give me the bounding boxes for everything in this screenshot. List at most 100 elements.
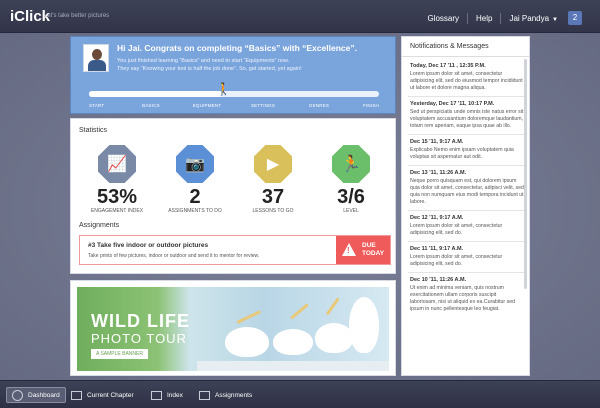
glossary-link[interactable]: Glossary [427, 14, 459, 23]
tab-label: Current Chapter [87, 391, 134, 399]
note-date: Yesterday, Dec 17 '11, 10:17 P.M. [410, 101, 495, 107]
note-date: Dec 11 '11, 9:17 A.M. [410, 246, 464, 252]
welcome-line-2: They say “Knowing your tool is half the … [117, 66, 302, 72]
banner-caption: A SAMPLE BANNER [91, 349, 148, 359]
stat-value: 3/6 [337, 186, 365, 208]
user-name: Jai Pandya [509, 13, 550, 23]
welcome-text: You just finished learning “Basics” and … [117, 57, 387, 73]
list-item[interactable]: Today, Dec 17 '11 , 12:35 P.M. Lorem ips… [408, 59, 524, 97]
book-icon [71, 390, 82, 400]
notifications-list: Today, Dec 17 '11 , 12:35 P.M. Lorem ips… [408, 59, 524, 317]
step-finish[interactable]: FINISH [363, 103, 379, 108]
help-link[interactable]: Help [476, 14, 492, 23]
step-settings[interactable]: SETTINGS [251, 103, 275, 108]
note-text: Explicabo Nemo enim ipsam voluptatem qui… [410, 147, 514, 160]
tab-index[interactable]: Index [146, 387, 188, 403]
note-text: Lorem ipsum dolor sit amet, consectetur … [410, 223, 503, 236]
statistics-title: Statistics [79, 127, 108, 134]
app-tagline: Let's take better pictures [44, 13, 110, 19]
statistics-card: Statistics 📈 53% ENGAGEMENT INDEX 📷 2 AS… [70, 118, 396, 274]
list-item[interactable]: Dec 15 '11, 9:17 A.M. Explicabo Nemo eni… [408, 135, 524, 166]
banner-card: WILD LIFE PHOTO TOUR A SAMPLE BANNER [70, 280, 396, 376]
pelican-bill [236, 310, 262, 324]
due-text: DUE [362, 242, 376, 249]
camera-icon: 📷 [176, 145, 214, 183]
step-genres[interactable]: GENRES [309, 103, 329, 108]
runner-icon: 🏃 [332, 145, 370, 183]
note-date: Dec 13 '11, 11:26 A.M. [410, 170, 467, 176]
list-item[interactable]: Dec 11 '11, 9:17 A.M. Lorem ipsum dolor … [408, 242, 524, 273]
list-item[interactable]: Yesterday, Dec 17 '11, 10:17 P.M. Sed ut… [408, 97, 524, 135]
pelican-bill [290, 303, 309, 320]
tab-label: Dashboard [28, 391, 60, 399]
banner-subtitle: PHOTO TOUR [91, 331, 187, 346]
tab-label: Assignments [215, 391, 253, 399]
water-surface [197, 361, 389, 371]
gauge-icon [12, 389, 23, 401]
note-text: Lorem ipsum dolor sit amet, consectetur … [410, 71, 523, 91]
clipboard-icon [199, 390, 210, 400]
note-text: Neque porro quisquam est, qui dolorem ip… [410, 178, 524, 205]
notifications-title: Notifications & Messages [402, 37, 529, 57]
note-text: Sed ut perspiciatis unde omnis iste natu… [410, 109, 524, 129]
avatar-head [92, 49, 102, 60]
avatar[interactable] [83, 44, 109, 72]
pelican-image [349, 297, 379, 353]
warning-icon [342, 243, 356, 256]
list-item[interactable]: Dec 10 '11, 11:26 A.M. Ut enim ad minima… [408, 273, 524, 317]
wildlife-banner[interactable]: WILD LIFE PHOTO TOUR A SAMPLE BANNER [77, 287, 389, 371]
due-when-text: TODAY [362, 250, 385, 257]
course-progress-bar: 🚶 [89, 83, 379, 97]
welcome-title: Hi Jai. Congrats on completing “Basics” … [117, 43, 357, 53]
notifications-panel: Notifications & Messages Today, Dec 17 '… [401, 36, 530, 376]
note-date: Dec 12 '11, 9:17 A.M. [410, 215, 464, 221]
notifications-scrollbar[interactable] [524, 59, 527, 289]
step-basics[interactable]: BASICS [142, 103, 160, 108]
note-date: Today, Dec 17 '11 , 12:35 P.M. [410, 63, 486, 69]
assignment-title: #3 Take five indoor or outdoor pictures [88, 242, 209, 249]
list-item[interactable]: Dec 13 '11, 11:26 A.M. Neque porro quisq… [408, 166, 524, 211]
stat-label: LEVEL [343, 208, 359, 214]
top-nav: Glossary Help Jai Pandya ▼ 2 [427, 11, 582, 25]
nav-divider [500, 12, 502, 24]
top-bar: iClick Let's take better pictures Glossa… [0, 0, 600, 33]
video-icon: ▶ [254, 145, 292, 183]
progress-steps: START BASICS EQUIPMENT SETTINGS GENRES F… [89, 103, 379, 111]
pelican-image [315, 323, 353, 353]
runner-icon: 🚶 [216, 82, 232, 96]
list-item[interactable]: Dec 12 '11, 9:17 A.M. Lorem ipsum dolor … [408, 211, 524, 242]
stat-engagement[interactable]: 📈 53% ENGAGEMENT INDEX [77, 145, 157, 214]
stat-label: ENGAGEMENT INDEX [90, 208, 144, 214]
tab-label: Index [167, 391, 183, 399]
avatar-body [88, 60, 106, 71]
pelican-image [225, 327, 269, 357]
tab-assignments[interactable]: Assignments [194, 387, 257, 403]
tab-dashboard[interactable]: Dashboard [6, 387, 66, 403]
chevron-down-icon: ▼ [552, 16, 558, 23]
pelican-bill [325, 297, 340, 316]
user-menu[interactable]: Jai Pandya ▼ [509, 14, 558, 23]
chart-up-icon: 📈 [98, 145, 136, 183]
stat-label: LESSONS TO GO [252, 208, 294, 214]
stat-assignments[interactable]: 📷 2 ASSIGNMENTS TO DO [155, 145, 235, 214]
note-text: Lorem ipsum dolor sit amet, consectetur … [410, 254, 503, 267]
welcome-card: Hi Jai. Congrats on completing “Basics” … [70, 36, 396, 114]
welcome-line-1: You just finished learning “Basics” and … [117, 58, 290, 64]
nav-divider [467, 12, 468, 24]
bottom-bar: Dashboard Current Chapter Index Assignme… [0, 380, 600, 408]
assignments-title: Assignments [79, 222, 120, 229]
banner-title: WILD LIFE [91, 311, 190, 331]
step-start[interactable]: START [89, 103, 104, 108]
due-today-badge[interactable]: DUE TODAY [336, 236, 390, 264]
stat-lessons[interactable]: ▶ 37 LESSONS TO GO [233, 145, 313, 214]
assignment-item[interactable]: #3 Take five indoor or outdoor pictures … [79, 235, 391, 265]
notification-badge[interactable]: 2 [568, 11, 582, 25]
tab-current-chapter[interactable]: Current Chapter [66, 387, 139, 403]
note-text: Ut enim ad minima veniam, quis nostrum e… [410, 285, 515, 312]
stat-level[interactable]: 🏃 3/6 LEVEL [311, 145, 391, 214]
stat-value: 37 [261, 186, 285, 208]
due-label: DUE TODAY [362, 242, 384, 258]
stat-value: 2 [189, 186, 201, 208]
step-equipment[interactable]: EQUIPMENT [193, 103, 222, 108]
note-date: Dec 15 '11, 9:17 A.M. [410, 139, 464, 145]
